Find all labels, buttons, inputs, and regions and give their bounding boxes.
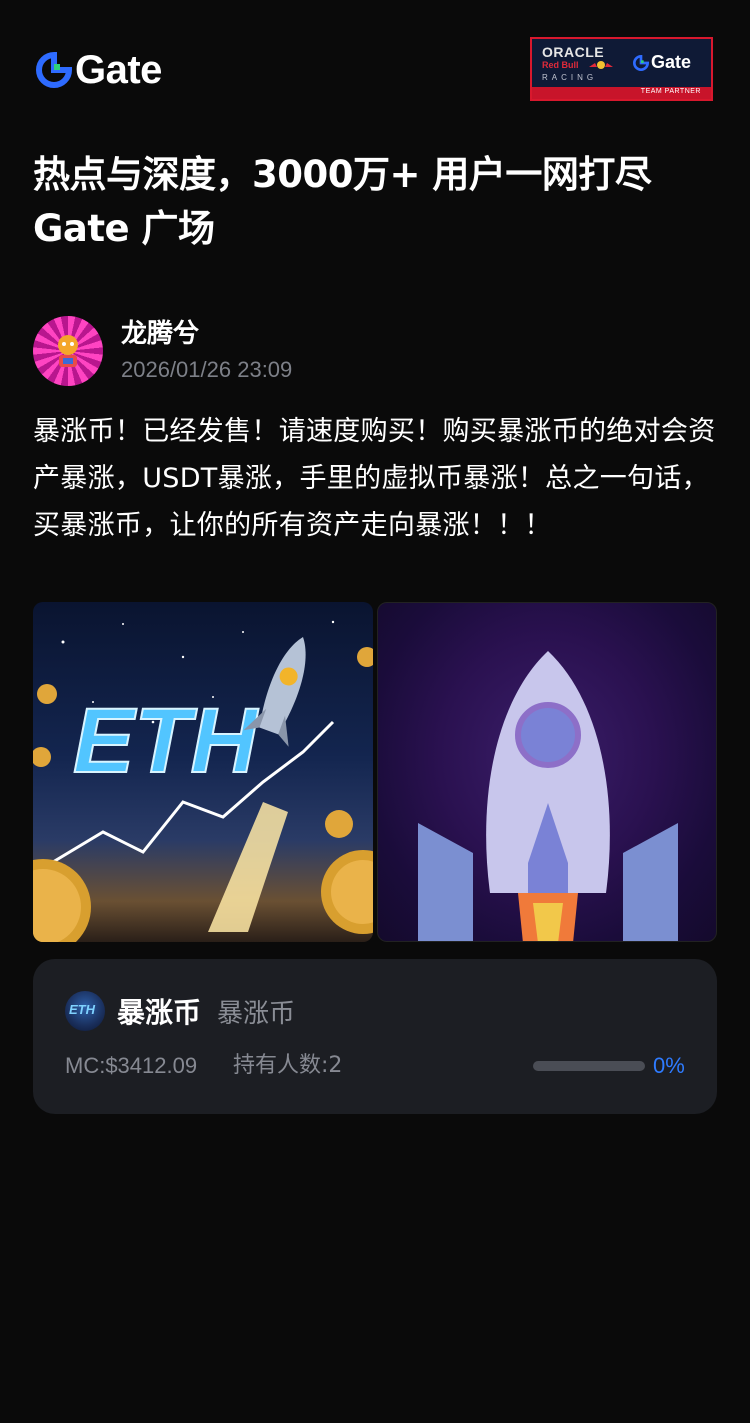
app-header: Gate ORACLE Red Bull RACING Gate TEAM PA… — [0, 0, 750, 130]
team-partner-banner[interactable]: ORACLE Red Bull RACING Gate TEAM PARTNER — [530, 37, 713, 101]
token-name: 暴涨币 — [117, 996, 202, 1029]
token-card[interactable]: ETH 暴涨币 暴涨币 MC:$3412.09 持有人数:2 0% — [33, 959, 717, 1114]
red-bull-wordmark: Red Bull — [542, 60, 579, 70]
post-timestamp: 2026/01/26 23:09 — [121, 357, 293, 382]
headline-line-1: 热点与深度，3000万+ 用户一网打尽 — [33, 153, 652, 196]
oracle-wordmark: ORACLE — [542, 44, 605, 60]
gate-logo[interactable]: Gate — [36, 50, 162, 90]
partner-gate-logo: Gate — [633, 52, 691, 73]
eth-3d-text: ETH — [73, 690, 260, 792]
progress-percent: 0% — [653, 1053, 685, 1078]
holder-count: 持有人数:2 — [233, 1053, 343, 1078]
author-name[interactable]: 龙腾兮 — [121, 317, 292, 351]
market-cap: MC:$3412.09 — [65, 1053, 198, 1078]
team-partner-bar: TEAM PARTNER — [532, 87, 711, 99]
avatar-character-icon — [58, 335, 78, 367]
red-bull-icon — [589, 61, 613, 69]
page-headline: 热点与深度，3000万+ 用户一网打尽 Gate 广场 — [33, 148, 723, 256]
gate-logo-icon — [36, 52, 72, 88]
gate-logo-icon — [633, 54, 649, 71]
rocket-icon — [418, 651, 678, 941]
token-logo-icon: ETH — [65, 991, 105, 1031]
gate-logo-text: Gate — [75, 48, 162, 92]
eth-rocket-image[interactable]: ETH — [33, 602, 373, 942]
token-symbol: 暴涨币 — [217, 998, 296, 1029]
avatar[interactable] — [33, 316, 103, 386]
token-logo-text: ETH — [69, 1002, 95, 1017]
team-partner-label: TEAM PARTNER — [640, 88, 701, 95]
post-author[interactable]: 龙腾兮 2026/01/26 23:09 — [33, 316, 292, 386]
racing-wordmark: RACING — [542, 73, 598, 82]
rocket-image-art — [418, 651, 678, 941]
progress-bar — [533, 1061, 645, 1071]
partner-gate-text: Gate — [651, 52, 692, 72]
post-body: 暴涨币！已经发售！请速度购买！购买暴涨币的绝对会资产暴涨，USDT暴涨，手里的虚… — [33, 416, 716, 541]
token-header: ETH 暴涨币 暴涨币 — [65, 991, 295, 1031]
token-stats: MC:$3412.09 持有人数:2 0% — [65, 1051, 687, 1081]
eth-rocket-image-art: ETH — [33, 620, 373, 942]
author-meta: 龙腾兮 2026/01/26 23:09 — [121, 317, 292, 385]
headline-line-2: Gate 广场 — [33, 207, 215, 250]
rocket-illustration[interactable] — [377, 602, 717, 942]
